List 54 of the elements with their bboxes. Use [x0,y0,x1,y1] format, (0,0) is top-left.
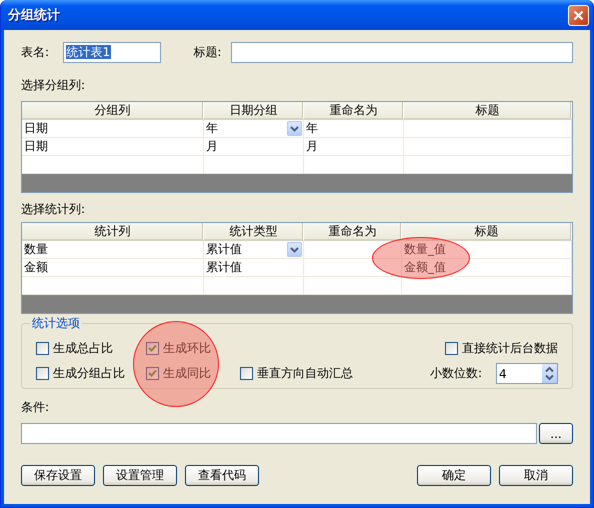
spin-arrows-icon[interactable] [542,364,557,383]
table-cell: 年 [204,120,304,138]
checkbox[interactable] [240,367,253,380]
checkbox-label: 生成总占比 [53,340,113,357]
table-cell: 月 [304,138,404,156]
checkbox-label: 生成同比 [163,365,211,382]
field-label: 表名: [21,44,50,60]
action-button[interactable]: 设置管理 [103,465,177,486]
input-field[interactable] [21,423,537,444]
spin-field[interactable]: 4 [496,363,558,384]
checkbox-label: 垂直方向自动汇总 [257,365,353,382]
table-cell: 累计值 [204,241,304,259]
dropdown-icon[interactable] [287,121,302,136]
table-cell: 月 [204,138,304,156]
section-label: 选择分组列: [21,77,86,94]
action-button[interactable]: 保存设置 [21,465,95,486]
browse-button[interactable]: ... [539,423,573,444]
table-cell: 金额_值 [402,259,572,277]
checkbox[interactable] [146,367,159,380]
dialog-button[interactable]: 取消 [499,465,573,486]
table-cell: 数量 [22,241,204,259]
column-header[interactable]: 日期分组 [204,102,304,120]
input-field[interactable] [230,42,574,62]
checkbox[interactable] [146,342,159,355]
table-cell: 日期 [22,120,204,138]
column-header[interactable]: 统计列 [22,223,204,241]
action-button[interactable]: 查看代码 [185,465,259,486]
field-label: 小数位数: [430,365,482,382]
column-header[interactable]: 标题 [402,223,572,241]
column-header[interactable]: 重命名为 [304,223,402,241]
table-cell: 日期 [22,138,204,156]
table-cell: 数量_值 [402,241,572,259]
checkbox-label: 生成环比 [163,340,211,357]
input-field[interactable]: 统计表1 [62,42,162,62]
field-label: 条件: [21,399,50,415]
table-cell: 累计值 [204,259,304,277]
checkbox-label: 生成分组占比 [53,365,125,382]
dialog-button[interactable]: 确定 [417,465,491,486]
table-cell: 年 [304,120,404,138]
checkbox[interactable] [36,367,49,380]
group-title: 统计选项 [31,315,81,332]
table-cell: 金额 [22,259,204,277]
checkbox[interactable] [445,342,458,355]
checkbox-label: 直接统计后台数据 [462,340,558,357]
column-header[interactable]: 重命名为 [304,102,404,120]
checkbox[interactable] [36,342,49,355]
close-icon[interactable] [568,4,589,26]
field-label: 标题: [193,44,222,60]
column-header[interactable]: 统计类型 [204,223,304,241]
window-title: 分组统计 [8,6,61,24]
dropdown-icon[interactable] [287,242,302,257]
column-header[interactable]: 分组列 [22,102,204,120]
section-label: 选择统计列: [21,201,86,218]
column-header[interactable]: 标题 [404,102,572,120]
